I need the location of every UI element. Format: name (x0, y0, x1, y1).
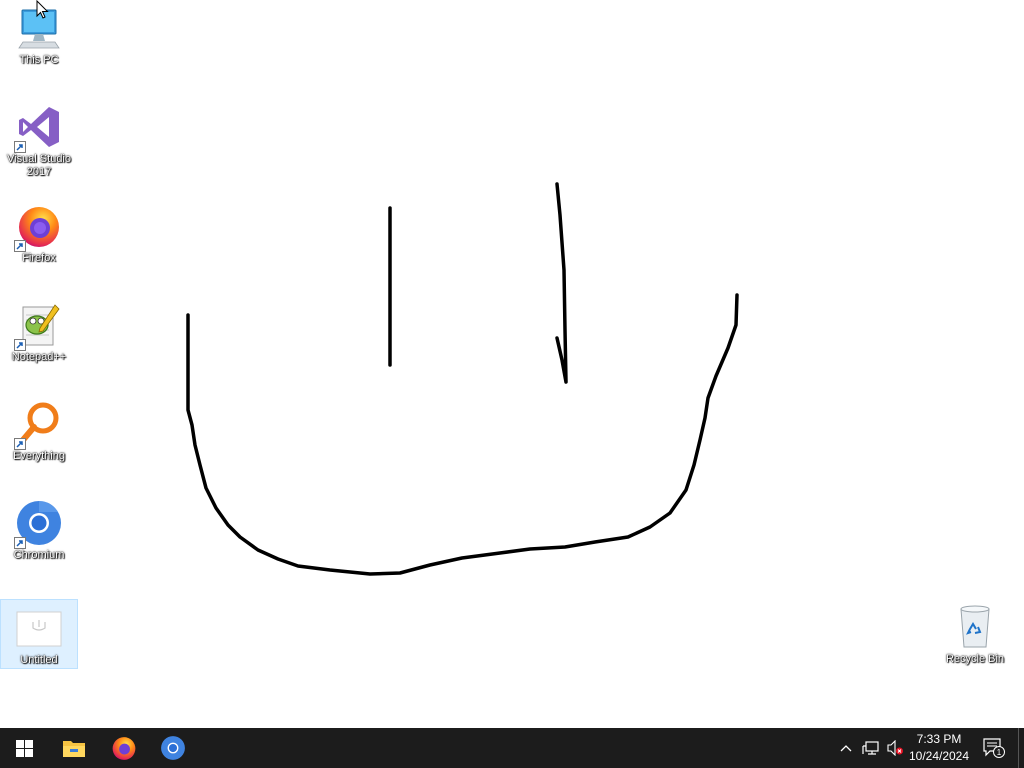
desktop-icon-chromium[interactable]: Chromium (0, 495, 78, 565)
desktop-icon-notepad-plus-plus[interactable]: Notepad++ (0, 297, 78, 367)
action-center-button[interactable]: 1 (980, 728, 1008, 768)
recycle-bin-icon (960, 605, 990, 648)
freehand-drawing (186, 182, 739, 576)
firefox-icon (112, 737, 136, 760)
desktop-icon-visual-studio[interactable]: Visual Studio 2017 (0, 99, 78, 178)
drawing-stroke-smile (186, 293, 739, 576)
clock-time: 7:33 PM (916, 732, 962, 746)
taskbar-chromium-button[interactable] (149, 728, 197, 768)
start-button[interactable] (0, 728, 48, 768)
desktop-icon-label: Recycle Bin (945, 653, 1005, 665)
shortcut-arrow-icon (14, 339, 26, 351)
desktop-icon-label: Untitled (20, 654, 58, 666)
notification-count: 1 (997, 748, 1002, 757)
network-icon (862, 741, 879, 755)
show-desktop-button[interactable] (1018, 728, 1024, 768)
desktop-icon-untitled[interactable]: Untitled (0, 599, 78, 669)
shortcut-arrow-icon (14, 438, 26, 450)
shortcut-arrow-icon (14, 537, 26, 549)
taskbar: 7:33 PM 10/24/2024 1 (0, 728, 1024, 768)
desktop-icon-everything[interactable]: Everything (0, 396, 78, 466)
taskbar-firefox-button[interactable] (100, 728, 148, 768)
shortcut-arrow-icon (14, 240, 26, 252)
tray-overflow-button[interactable] (836, 728, 856, 768)
desktop-icon-label: Notepad++ (11, 351, 67, 363)
taskbar-clock[interactable]: 7:33 PM 10/24/2024 (902, 731, 976, 765)
tray-network-button[interactable] (860, 728, 882, 768)
desktop-icon-firefox[interactable]: Firefox (0, 198, 78, 268)
clock-date: 10/24/2024 (908, 749, 970, 763)
desktop[interactable]: This PC Visual Studio 2017 Firefox Notep… (0, 0, 1024, 728)
chromium-icon (161, 736, 185, 760)
notification-icon: 1 (983, 738, 1005, 758)
shortcut-arrow-icon (14, 141, 26, 153)
blank-document-icon (16, 611, 62, 647)
drawing-stroke-right-eye (555, 182, 568, 384)
desktop-icon-label: Visual Studio 2017 (6, 153, 71, 178)
file-explorer-icon (63, 741, 85, 757)
windows-logo-icon (15, 739, 33, 757)
mouse-cursor-icon (36, 0, 49, 19)
taskbar-file-explorer-button[interactable] (50, 728, 98, 768)
desktop-icon-label: Firefox (22, 252, 56, 264)
desktop-icon-label: Chromium (13, 549, 65, 561)
chevron-up-icon (840, 745, 852, 752)
desktop-icon-label: This PC (19, 54, 59, 66)
desktop-icon-label: Everything (13, 450, 65, 462)
desktop-icon-recycle-bin[interactable]: Recycle Bin (936, 599, 1014, 669)
